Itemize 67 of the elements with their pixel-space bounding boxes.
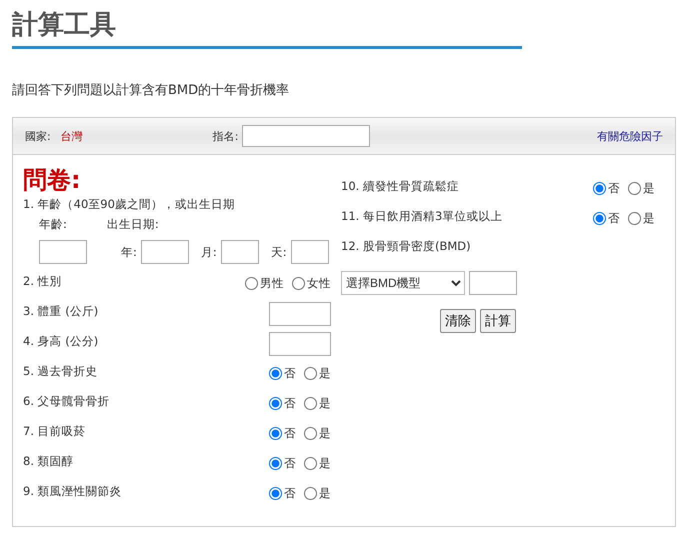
question-label: 3. 體重 (公斤) xyxy=(23,303,98,320)
question-label: 6. 父母髖骨骨折 xyxy=(23,393,110,410)
option-label: 否 xyxy=(284,456,296,471)
date-field[interactable] xyxy=(220,240,259,264)
name-label: 指名: xyxy=(212,128,238,144)
radio-button[interactable] xyxy=(304,367,317,380)
risk-factors-link[interactable]: 有關危險因子 xyxy=(597,128,663,144)
question-label: 4. 身高 (公分) xyxy=(23,333,98,350)
option-label: 是 xyxy=(319,456,331,471)
question-label: 9. 類風溼性關節炎 xyxy=(23,483,122,500)
date-part-label: 天: xyxy=(270,244,287,260)
radio-button[interactable] xyxy=(628,182,641,195)
country-name: 台灣 xyxy=(60,128,83,144)
country-label: 國家: xyxy=(25,128,51,144)
radio-button[interactable] xyxy=(593,182,606,195)
radio-button[interactable] xyxy=(628,212,641,225)
option-label: 否 xyxy=(608,211,620,226)
question-label: 8. 類固醇 xyxy=(23,453,74,470)
option-label: 否 xyxy=(284,396,296,411)
date-part-label: 月: xyxy=(200,244,217,260)
question-label: 5. 過去骨折史 xyxy=(23,363,98,380)
option-label: 否 xyxy=(284,366,296,381)
option-label: 是 xyxy=(319,366,331,381)
option-label: 否 xyxy=(284,426,296,441)
option-label: 是 xyxy=(319,486,331,501)
age-label: 年齡: xyxy=(39,217,67,232)
option-label: 是 xyxy=(643,181,655,196)
question-label: 12. 股骨頸骨密度(BMD) xyxy=(341,238,471,255)
action-button[interactable]: 清除 xyxy=(440,309,476,333)
date-field[interactable] xyxy=(290,240,329,264)
page-title: 計算工具 xyxy=(12,9,117,42)
age-field[interactable] xyxy=(39,240,87,264)
action-button[interactable]: 計算 xyxy=(480,309,516,333)
radio-button[interactable] xyxy=(304,487,317,500)
question-label: 2. 性別 xyxy=(23,273,62,290)
radio-button[interactable] xyxy=(304,457,317,470)
radio-button[interactable] xyxy=(269,367,282,380)
date-field[interactable] xyxy=(140,240,189,264)
option-label: 是 xyxy=(319,396,331,411)
option-label: 女性 xyxy=(307,276,331,291)
input-field[interactable] xyxy=(269,332,331,356)
radio-button[interactable] xyxy=(304,427,317,440)
option-label: 否 xyxy=(608,181,620,196)
question-label: 1. 年齡（40至90歲之間），或出生日期 xyxy=(23,196,235,213)
question-label: 11. 每日飲用酒精3單位或以上 xyxy=(341,208,502,225)
input-field[interactable] xyxy=(269,302,331,326)
date-part-label: 年: xyxy=(121,244,137,260)
birthdate-label: 出生日期: xyxy=(106,217,159,232)
bmd-select[interactable]: 選擇BMD機型 xyxy=(341,271,465,295)
option-label: 否 xyxy=(284,486,296,501)
name-field[interactable] xyxy=(242,125,370,147)
intro-text: 請回答下列問題以計算含有BMD的十年骨折機率 xyxy=(12,82,290,99)
radio-button[interactable] xyxy=(269,487,282,500)
radio-button[interactable] xyxy=(269,397,282,410)
radio-button[interactable] xyxy=(292,277,305,290)
radio-button[interactable] xyxy=(245,277,258,290)
option-label: 是 xyxy=(643,211,655,226)
option-label: 是 xyxy=(319,426,331,441)
radio-button[interactable] xyxy=(304,397,317,410)
option-label: 男性 xyxy=(260,276,284,291)
radio-button[interactable] xyxy=(269,457,282,470)
questionnaire-heading: 問卷: xyxy=(23,165,82,195)
radio-button[interactable] xyxy=(593,212,606,225)
bmd-field[interactable] xyxy=(469,271,517,295)
question-label: 10. 續發性骨質疏鬆症 xyxy=(341,178,459,195)
radio-button[interactable] xyxy=(269,427,282,440)
question-label: 7. 目前吸菸 xyxy=(23,423,86,440)
